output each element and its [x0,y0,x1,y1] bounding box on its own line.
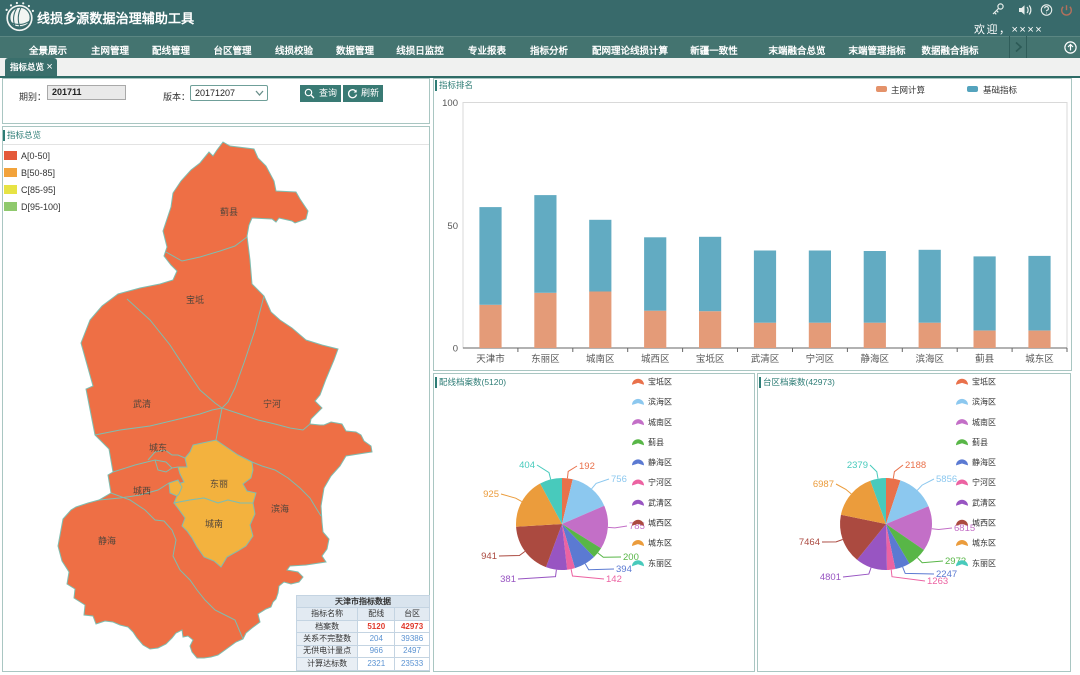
svg-text:宝坻区: 宝坻区 [648,377,672,387]
svg-text:静海区: 静海区 [648,457,672,467]
svg-text:城南: 城南 [205,518,223,529]
svg-text:城西区: 城西区 [972,519,996,528]
svg-text:武清区: 武清区 [751,353,780,365]
svg-text:城西区: 城西区 [648,519,672,528]
svg-text:静海: 静海 [98,535,116,546]
svg-text:1263: 1263 [927,576,948,587]
svg-text:5856: 5856 [936,474,957,485]
svg-text:756: 756 [611,474,627,485]
svg-text:城东区: 城东区 [972,538,996,548]
svg-text:城东: 城东 [149,442,167,453]
svg-text:蓟县: 蓟县 [220,206,238,217]
svg-text:静海区: 静海区 [972,457,996,467]
svg-text:6987: 6987 [813,479,834,490]
svg-text:宁河区: 宁河区 [648,477,672,487]
svg-text:2188: 2188 [905,460,926,471]
svg-text:404: 404 [519,460,535,471]
svg-text:城东区: 城东区 [1025,353,1054,365]
svg-text:100: 100 [442,98,458,109]
svg-text:宁河区: 宁河区 [806,353,835,365]
svg-text:城南区: 城南区 [586,353,615,365]
svg-text:天津市: 天津市 [476,353,505,365]
svg-text:2379: 2379 [847,460,868,471]
svg-text:城西: 城西 [133,486,151,496]
svg-text:武清: 武清 [133,398,151,409]
svg-text:192: 192 [579,461,595,472]
svg-text:蓟县: 蓟县 [972,437,988,447]
svg-text:城南区: 城南区 [972,417,996,427]
svg-text:4801: 4801 [820,572,841,583]
svg-text:城西区: 城西区 [641,354,670,365]
svg-text:滨海区: 滨海区 [915,353,944,365]
svg-text:925: 925 [483,489,499,500]
svg-text:蓟县: 蓟县 [975,353,994,365]
svg-text:城东区: 城东区 [648,538,672,548]
svg-text:东丽区: 东丽区 [648,558,672,568]
svg-text:滨海区: 滨海区 [648,397,672,407]
svg-text:东丽区: 东丽区 [972,558,996,568]
svg-text:蓟县: 蓟县 [648,437,664,447]
svg-text:滨海区: 滨海区 [972,397,996,407]
svg-text:7464: 7464 [799,537,820,548]
svg-text:381: 381 [500,574,516,585]
svg-text:武清区: 武清区 [648,497,672,507]
svg-text:东丽区: 东丽区 [531,353,560,365]
svg-text:武清区: 武清区 [972,497,996,507]
svg-text:滨海: 滨海 [271,503,289,514]
svg-text:宝坻区: 宝坻区 [972,377,996,387]
svg-text:宁河: 宁河 [263,398,281,409]
svg-text:0: 0 [453,344,458,355]
svg-text:宝坻区: 宝坻区 [696,353,725,365]
svg-text:941: 941 [481,551,497,562]
svg-text:宝坻: 宝坻 [186,294,204,305]
svg-text:50: 50 [447,221,458,232]
svg-text:宁河区: 宁河区 [972,477,996,487]
svg-text:城南区: 城南区 [648,417,672,427]
svg-text:静海区: 静海区 [861,353,890,365]
svg-text:142: 142 [606,574,622,585]
svg-text:东丽: 东丽 [210,478,228,489]
